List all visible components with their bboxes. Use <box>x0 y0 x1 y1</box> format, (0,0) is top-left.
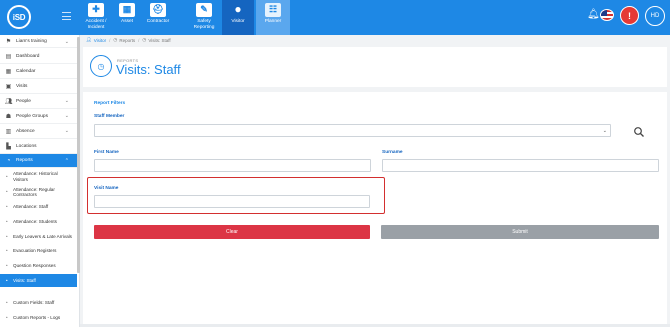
module-visitor[interactable]: ● Visitor <box>222 0 254 35</box>
module-label: Asset <box>121 19 133 24</box>
sidebar-subitem[interactable]: Custom Fields: Staff <box>0 297 77 309</box>
sidebar-item-label: Liam's training <box>16 39 47 44</box>
sidebar-item-people-groups[interactable]: ☗ People Groups ⌄ <box>0 109 77 124</box>
module-contractor[interactable]: ⛑ Contractor <box>143 0 173 35</box>
surname-input[interactable] <box>382 159 659 172</box>
module-label: Planner <box>264 19 282 24</box>
staff-member-label: Staff Member <box>94 114 125 119</box>
sidebar-subitem[interactable]: Question Responses <box>0 260 77 272</box>
chevron-down-icon: ⌄ <box>64 98 69 104</box>
clock-icon: ◷ <box>142 37 147 42</box>
module-safety-reporting[interactable]: ✎ Safety Reporting <box>189 0 219 35</box>
sidebar-subitem[interactable]: Attendance: Students <box>0 215 77 228</box>
asset-icon: ▦ <box>119 3 135 17</box>
avatar[interactable]: HD <box>645 6 665 26</box>
locations-icon: ▙ <box>6 143 11 150</box>
sidebar-item-label: People <box>16 98 31 104</box>
sidebar-item-people[interactable]: 👥︎ People ⌄ <box>0 94 77 109</box>
module-asset[interactable]: ▦ Asset <box>113 0 141 35</box>
first-name-label: First Name <box>94 150 119 155</box>
accident-icon: ✚ <box>88 3 104 17</box>
sidebar-item-label: Calendar <box>16 68 36 74</box>
chevron-down-icon: ⌄ <box>64 38 69 45</box>
first-name-input[interactable] <box>94 159 371 172</box>
flag-icon: ⚑ <box>5 39 12 45</box>
bell-icon[interactable]: 🔔︎ <box>587 9 600 20</box>
sidebar-item-visits[interactable]: ▣ Visits <box>0 79 77 94</box>
sidebar-subitem[interactable]: Attendance: Regular Contractors <box>0 184 77 200</box>
sidebar-subitem-visits-staff[interactable]: Visits: Staff <box>0 274 77 287</box>
top-bar: iSD ✚ Accident / Incident ▦ Asset ⛑ Cont… <box>0 0 670 35</box>
sidebar-subitem[interactable]: Evacuation Registers <box>0 245 77 257</box>
sidebar-item-locations[interactable]: ▙ Locations <box>0 139 77 154</box>
module-label: Contractor <box>146 19 170 24</box>
logo[interactable]: iSD <box>7 5 31 29</box>
chevron-down-icon: ⌄ <box>64 113 69 119</box>
people-icon: 👥︎ <box>5 98 13 105</box>
sidebar-subitem[interactable]: Attendance: Historical Visitors <box>0 169 77 184</box>
sidebar-item-label: Reports <box>16 158 33 163</box>
sidebar-subitem[interactable]: Custom Reports - Logs <box>0 312 77 324</box>
module-label: Incident <box>87 24 105 30</box>
visits-icon: ▣ <box>5 83 12 90</box>
calendar-icon: ▦ <box>5 68 12 75</box>
chevron-up-icon: ⌃ <box>64 157 69 164</box>
alert-icon[interactable]: ! <box>620 6 639 25</box>
breadcrumb-separator: / <box>138 37 140 43</box>
page-header: ◷ REPORTS Visits: Staff <box>83 47 667 87</box>
chevron-down-icon: ⌄ <box>64 128 69 134</box>
breadcrumb-separator: / <box>109 37 111 43</box>
sidebar-item-label: Absence <box>16 128 35 134</box>
sidebar-item-label: Visits <box>16 83 28 89</box>
sidebar-item-label: Dashboard <box>16 54 40 59</box>
staff-member-select[interactable]: ⌄ <box>94 124 611 137</box>
people-groups-icon: ☗ <box>5 113 12 120</box>
breadcrumb-reports[interactable]: Reports <box>119 38 135 43</box>
contractor-icon: ⛑ <box>150 3 166 17</box>
sidebar-item-label: Locations <box>16 143 37 149</box>
reports-icon: ◔ <box>6 157 11 164</box>
sidebar: ⚑ Liam's training ⌄ ▤ Dashboard ▦ Calend… <box>0 35 80 327</box>
module-accident-incident[interactable]: ✚ Accident / Incident <box>82 0 110 35</box>
sidebar-item-absence[interactable]: ▥ Absence ⌄ <box>0 124 77 139</box>
clock-icon: ◷ <box>90 55 112 77</box>
module-label: Visitor <box>231 19 245 24</box>
breadcrumb-current: Visits: Staff <box>148 37 171 43</box>
visitor-icon: ● <box>234 2 242 17</box>
visit-name-highlight <box>87 177 385 214</box>
sidebar-subitem[interactable]: Early Leavers & Late Arrivals <box>0 229 77 244</box>
sidebar-item-label: People Groups <box>16 113 48 119</box>
module-label: Reporting <box>193 24 215 30</box>
planner-icon: ☷ <box>265 3 281 17</box>
clock-icon: ◷ <box>113 37 118 42</box>
module-planner[interactable]: ☷ Planner <box>256 0 290 35</box>
sidebar-item-dashboard[interactable]: ▤ Dashboard <box>0 50 77 64</box>
search-icon[interactable] <box>633 126 645 138</box>
dashboard-icon: ▤ <box>5 54 12 60</box>
clear-button[interactable]: Clear <box>94 225 370 239</box>
sidebar-scrollbar[interactable] <box>77 37 80 273</box>
sidebar-item-calendar[interactable]: ▦ Calendar <box>0 64 77 79</box>
safety-icon: ✎ <box>196 3 212 17</box>
surname-label: Surname <box>382 150 403 155</box>
filters-title: Report Filters <box>94 101 126 106</box>
us-flag-icon[interactable] <box>600 9 614 21</box>
sidebar-item-reports[interactable]: ◔ Reports ⌃ <box>0 154 77 168</box>
absence-icon: ▥ <box>5 128 12 135</box>
visitor-icon: 👤︎ <box>86 37 92 42</box>
breadcrumb-visitor[interactable]: Visitor <box>94 38 106 43</box>
submit-button[interactable]: Submit <box>381 225 659 239</box>
sidebar-subitem[interactable]: Attendance: Staff <box>0 200 77 213</box>
sidebar-item-account[interactable]: ⚑ Liam's training ⌄ <box>0 36 77 48</box>
chevron-down-icon: ⌄ <box>602 128 607 134</box>
page-title: Visits: Staff <box>116 62 181 77</box>
menu-toggle-icon[interactable] <box>62 12 71 20</box>
breadcrumb: 👤︎ Visitor / ◷ Reports / ◷ Visits: Staff <box>86 36 171 44</box>
